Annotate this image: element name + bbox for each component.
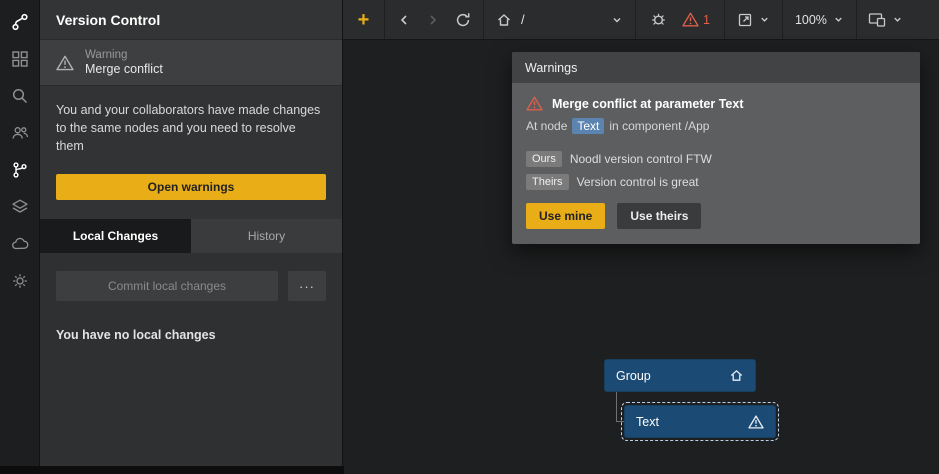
open-preview-icon[interactable] (737, 12, 753, 28)
noodl-editor-window: Version Control Warning Merge conflict Y… (0, 0, 939, 474)
node-name-chip[interactable]: Text (572, 118, 604, 134)
open-warnings-button[interactable]: Open warnings (56, 174, 326, 200)
warning-triangle-icon (526, 96, 543, 111)
tab-local-changes[interactable]: Local Changes (40, 219, 191, 253)
navigation-group (385, 0, 484, 39)
add-node-group: + (343, 0, 385, 39)
component-path-text: / (521, 12, 525, 27)
debug-bug-icon[interactable] (650, 11, 667, 28)
left-icon-rail (0, 0, 40, 474)
tab-history[interactable]: History (191, 219, 342, 253)
refresh-icon[interactable] (455, 12, 471, 28)
component-path-dropdown[interactable]: / (484, 0, 636, 39)
canvas-toolbar: + / (343, 0, 939, 40)
warnings-popup-title: Warnings (525, 61, 577, 75)
use-mine-button[interactable]: Use mine (526, 203, 605, 229)
warnings-indicator-button[interactable]: 1 (682, 12, 710, 27)
warning-triangle-icon (56, 55, 74, 71)
settings-gear-icon[interactable] (8, 269, 32, 293)
chevron-down-icon[interactable] (759, 14, 770, 25)
warning-banner-texts: Warning Merge conflict (85, 49, 163, 76)
more-options-button[interactable]: ··· (288, 271, 326, 301)
theirs-value: Version control is great (577, 175, 699, 189)
warning-banner-title: Merge conflict (85, 62, 163, 76)
back-icon[interactable] (397, 13, 411, 27)
node-connector-line (616, 392, 624, 422)
ours-row: Ours Noodl version control FTW (526, 151, 906, 167)
ours-badge: Ours (526, 151, 562, 167)
panel-header: Version Control (40, 0, 342, 40)
warnings-popup-header: Warnings (512, 52, 920, 83)
warning-banner-label: Warning (85, 49, 163, 61)
panel-bottom-bar (0, 466, 344, 474)
viewport-device-icon[interactable] (868, 12, 886, 28)
chevron-down-icon (611, 14, 623, 26)
warnings-popup-body: Merge conflict at parameter Text At node… (512, 83, 920, 244)
home-icon (729, 368, 744, 383)
merge-conflict-description: You and your collaborators have made cha… (40, 86, 342, 155)
panel-title: Version Control (56, 12, 160, 28)
chevron-down-icon[interactable] (833, 14, 844, 25)
panel-tabs: Local Changes History (40, 219, 342, 253)
chevron-down-icon[interactable] (892, 14, 903, 25)
local-changes-content: Commit local changes ··· You have no loc… (40, 253, 342, 474)
cloud-functions-icon[interactable] (8, 232, 32, 256)
layers-stack-icon[interactable] (8, 195, 32, 219)
viewport-size-group (857, 0, 914, 39)
group-node[interactable]: Group (604, 359, 756, 392)
at-node-suffix: in component /App (609, 119, 709, 133)
open-preview-group (725, 0, 783, 39)
use-theirs-button[interactable]: Use theirs (617, 203, 701, 229)
merge-conflict-warning-banner[interactable]: Warning Merge conflict (40, 40, 342, 86)
warning-count: 1 (703, 13, 710, 27)
forward-icon[interactable] (426, 13, 440, 27)
at-node-prefix: At node (526, 119, 567, 133)
theirs-badge: Theirs (526, 174, 569, 190)
warning-triangle-icon (748, 415, 764, 429)
version-control-panel: Version Control Warning Merge conflict Y… (40, 0, 343, 474)
zoom-level[interactable]: 100% (795, 13, 827, 27)
conflict-title: Merge conflict at parameter Text (552, 97, 744, 111)
debug-group: 1 (636, 0, 725, 39)
noodl-logo-icon[interactable] (8, 10, 32, 34)
conflict-location-row: At node Text in component /App (526, 118, 906, 134)
add-node-button[interactable]: + (358, 10, 370, 30)
text-node-label: Text (636, 415, 659, 429)
ours-value: Noodl version control FTW (570, 152, 712, 166)
conflict-title-row: Merge conflict at parameter Text (526, 96, 906, 111)
home-icon (496, 12, 512, 28)
collaboration-users-icon[interactable] (8, 121, 32, 145)
commit-local-changes-button[interactable]: Commit local changes (56, 271, 278, 301)
text-node[interactable]: Text (624, 405, 776, 438)
components-grid-icon[interactable] (8, 47, 32, 71)
zoom-control-group: 100% (783, 0, 857, 39)
no-local-changes-message: You have no local changes (40, 301, 342, 369)
theirs-row: Theirs Version control is great (526, 174, 906, 190)
search-icon[interactable] (8, 84, 32, 108)
group-node-label: Group (616, 369, 651, 383)
warnings-popup: Warnings Merge conflict at parameter Tex… (512, 52, 920, 244)
commit-row: Commit local changes ··· (40, 253, 342, 301)
conflict-actions: Use mine Use theirs (526, 203, 906, 229)
warning-triangle-icon (682, 12, 699, 27)
version-control-branch-icon[interactable] (8, 158, 32, 182)
